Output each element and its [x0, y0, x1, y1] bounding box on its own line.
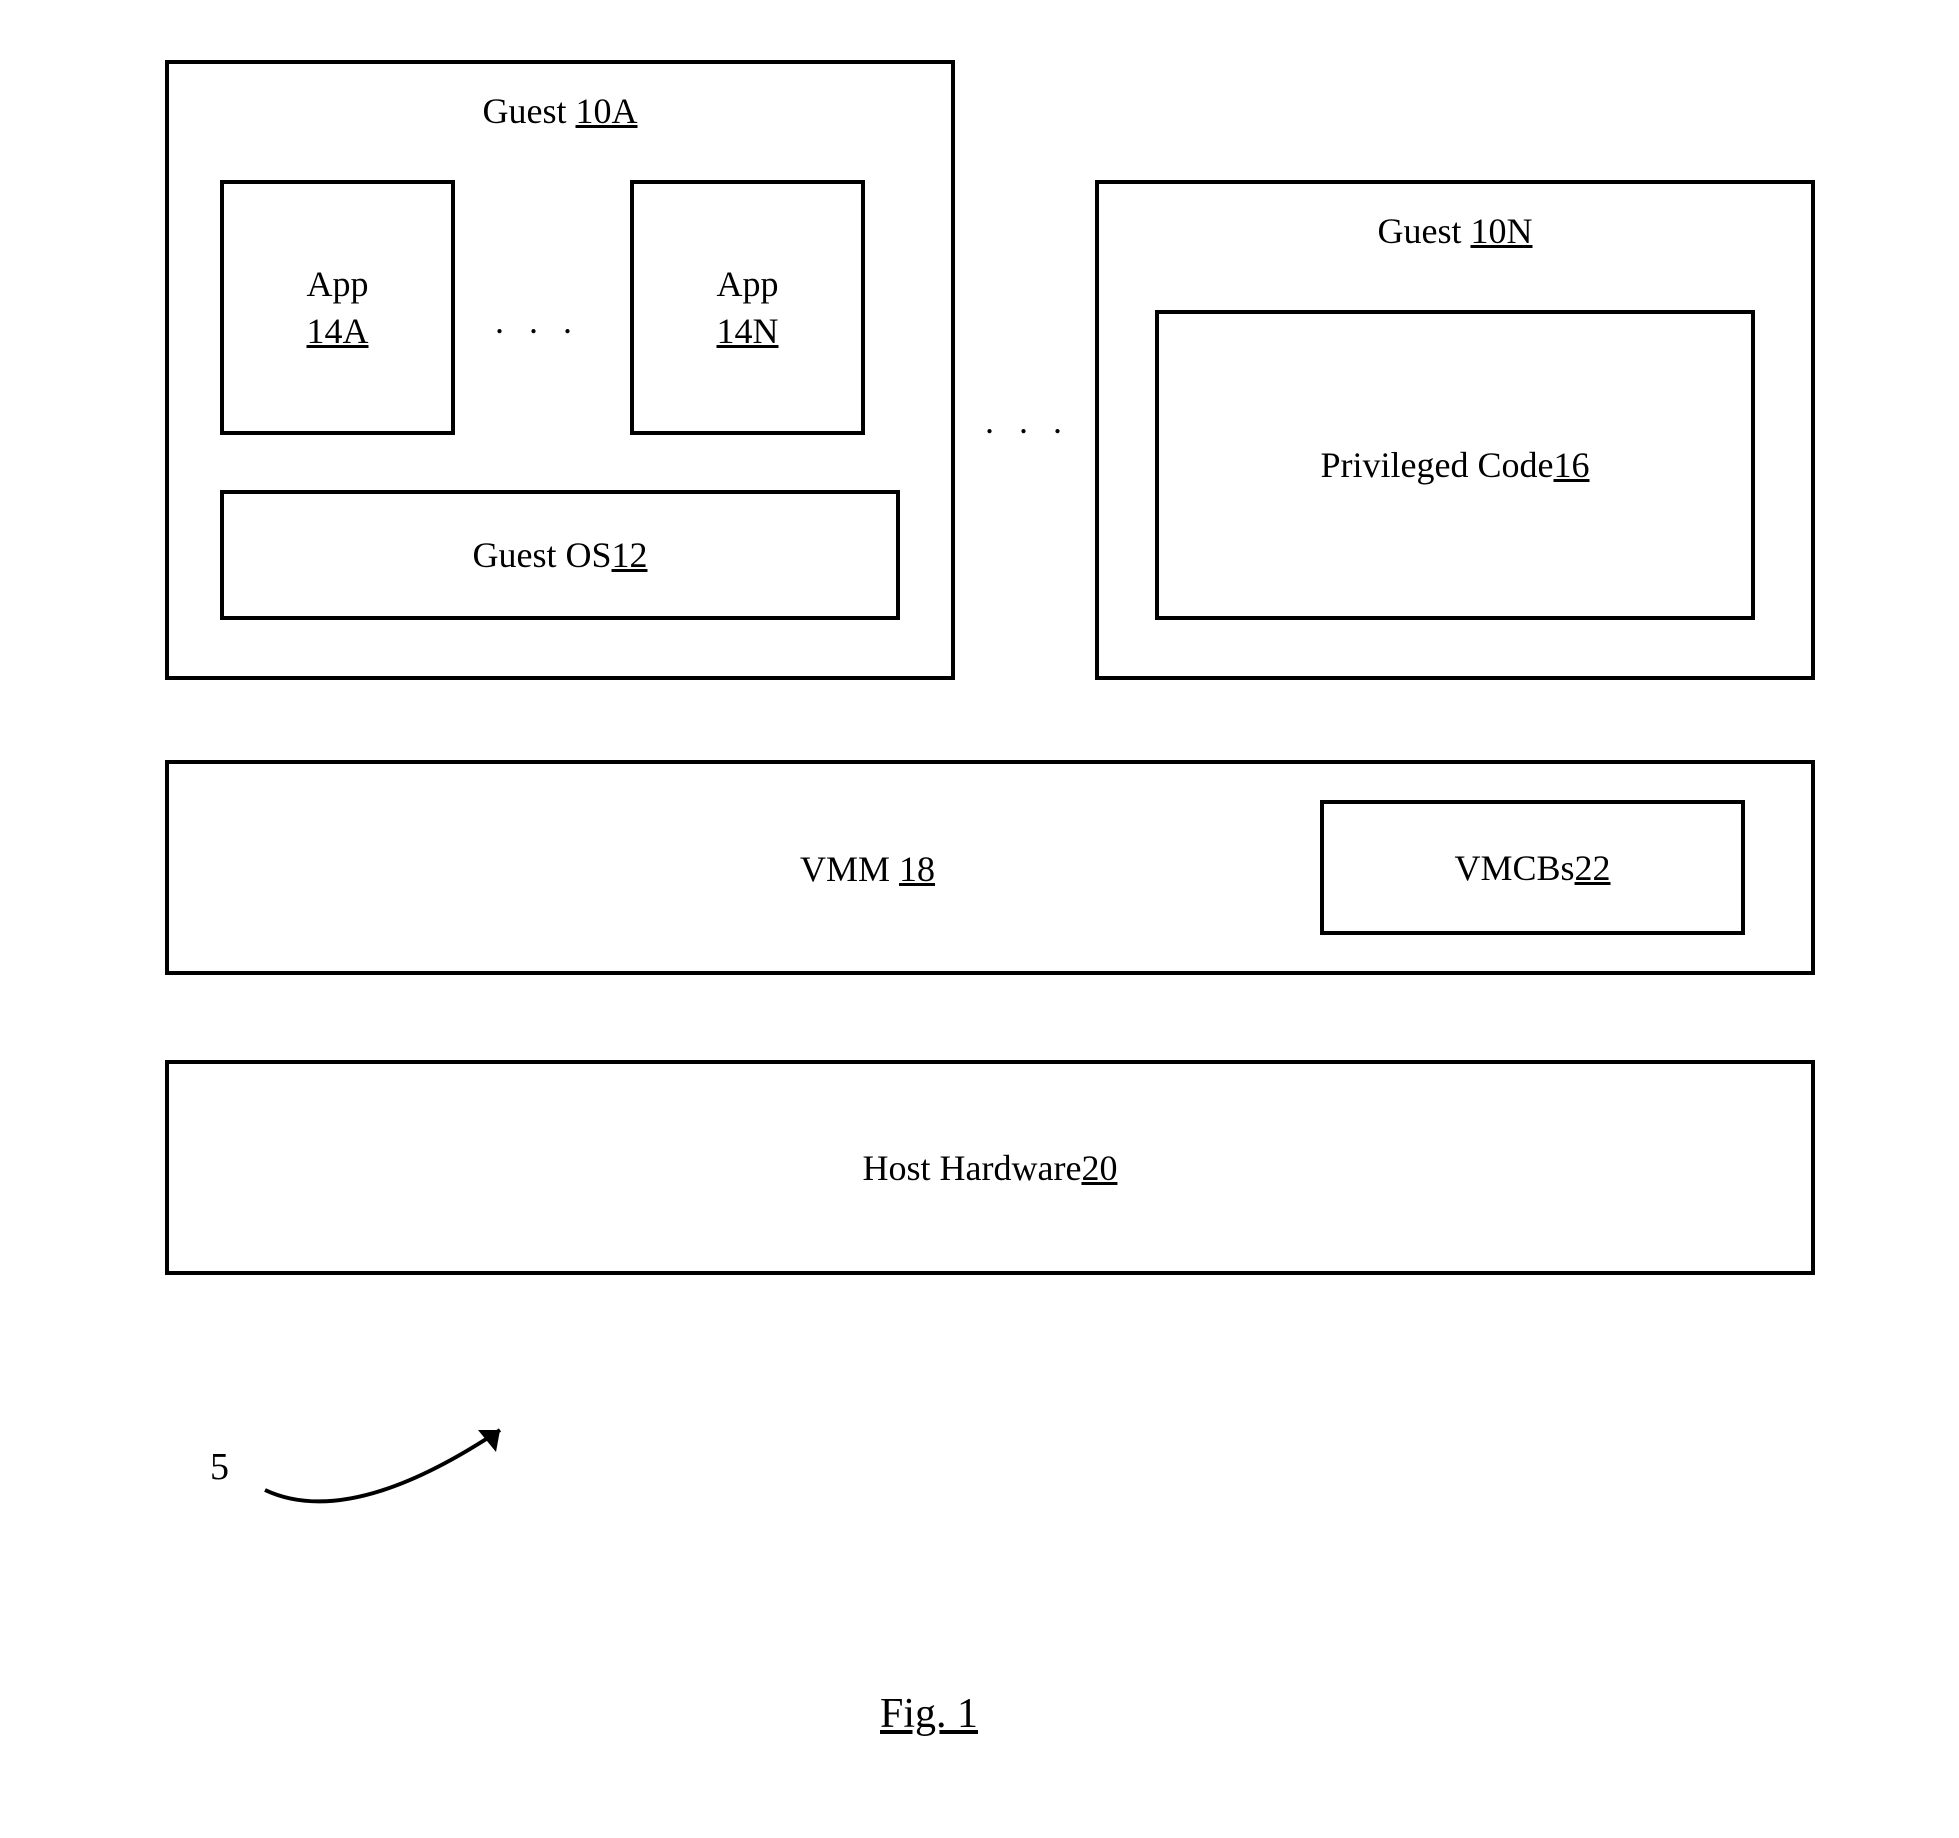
vmm-label-container: VMM 18	[800, 848, 935, 890]
vmcbs-ref: 22	[1575, 847, 1611, 889]
app-14n-label: App	[717, 261, 779, 308]
guest-n-title-prefix: Guest	[1378, 211, 1471, 251]
arrow-curve-icon	[250, 1400, 550, 1540]
privileged-code-label: Privileged Code	[1321, 444, 1554, 486]
guest-n-title: Guest 10N	[1095, 210, 1815, 252]
guest-os-label: Guest OS	[472, 534, 611, 576]
host-hardware-box: Host Hardware 20	[165, 1060, 1815, 1275]
app-14a-label: App	[307, 261, 369, 308]
vmm-ref: 18	[899, 849, 935, 889]
guest-a-title-prefix: Guest	[483, 91, 576, 131]
privileged-code-ref: 16	[1553, 444, 1589, 486]
app-14n-ref: 14N	[717, 308, 779, 355]
guest-a-title-ref: 10A	[576, 91, 638, 131]
ellipsis-guests: . . .	[985, 400, 1070, 442]
ellipsis-apps: . . .	[495, 300, 580, 342]
vmm-label: VMM	[800, 849, 899, 889]
guest-n-title-ref: 10N	[1471, 211, 1533, 251]
guest-os-ref: 12	[612, 534, 648, 576]
guest-os-box: Guest OS 12	[220, 490, 900, 620]
vmcbs-label: VMCBs	[1454, 847, 1574, 889]
guest-a-title: Guest 10A	[165, 90, 955, 132]
app-14a-ref: 14A	[307, 308, 369, 355]
figure-label: Fig. 1	[880, 1690, 978, 1738]
app-14a-box: App 14A	[220, 180, 455, 435]
ref-num-5: 5	[210, 1445, 229, 1489]
privileged-code-box: Privileged Code 16	[1155, 310, 1755, 620]
vmcbs-box: VMCBs 22	[1320, 800, 1745, 935]
app-14n-box: App 14N	[630, 180, 865, 435]
host-hardware-ref: 20	[1081, 1147, 1117, 1189]
host-hardware-label: Host Hardware	[863, 1147, 1082, 1189]
